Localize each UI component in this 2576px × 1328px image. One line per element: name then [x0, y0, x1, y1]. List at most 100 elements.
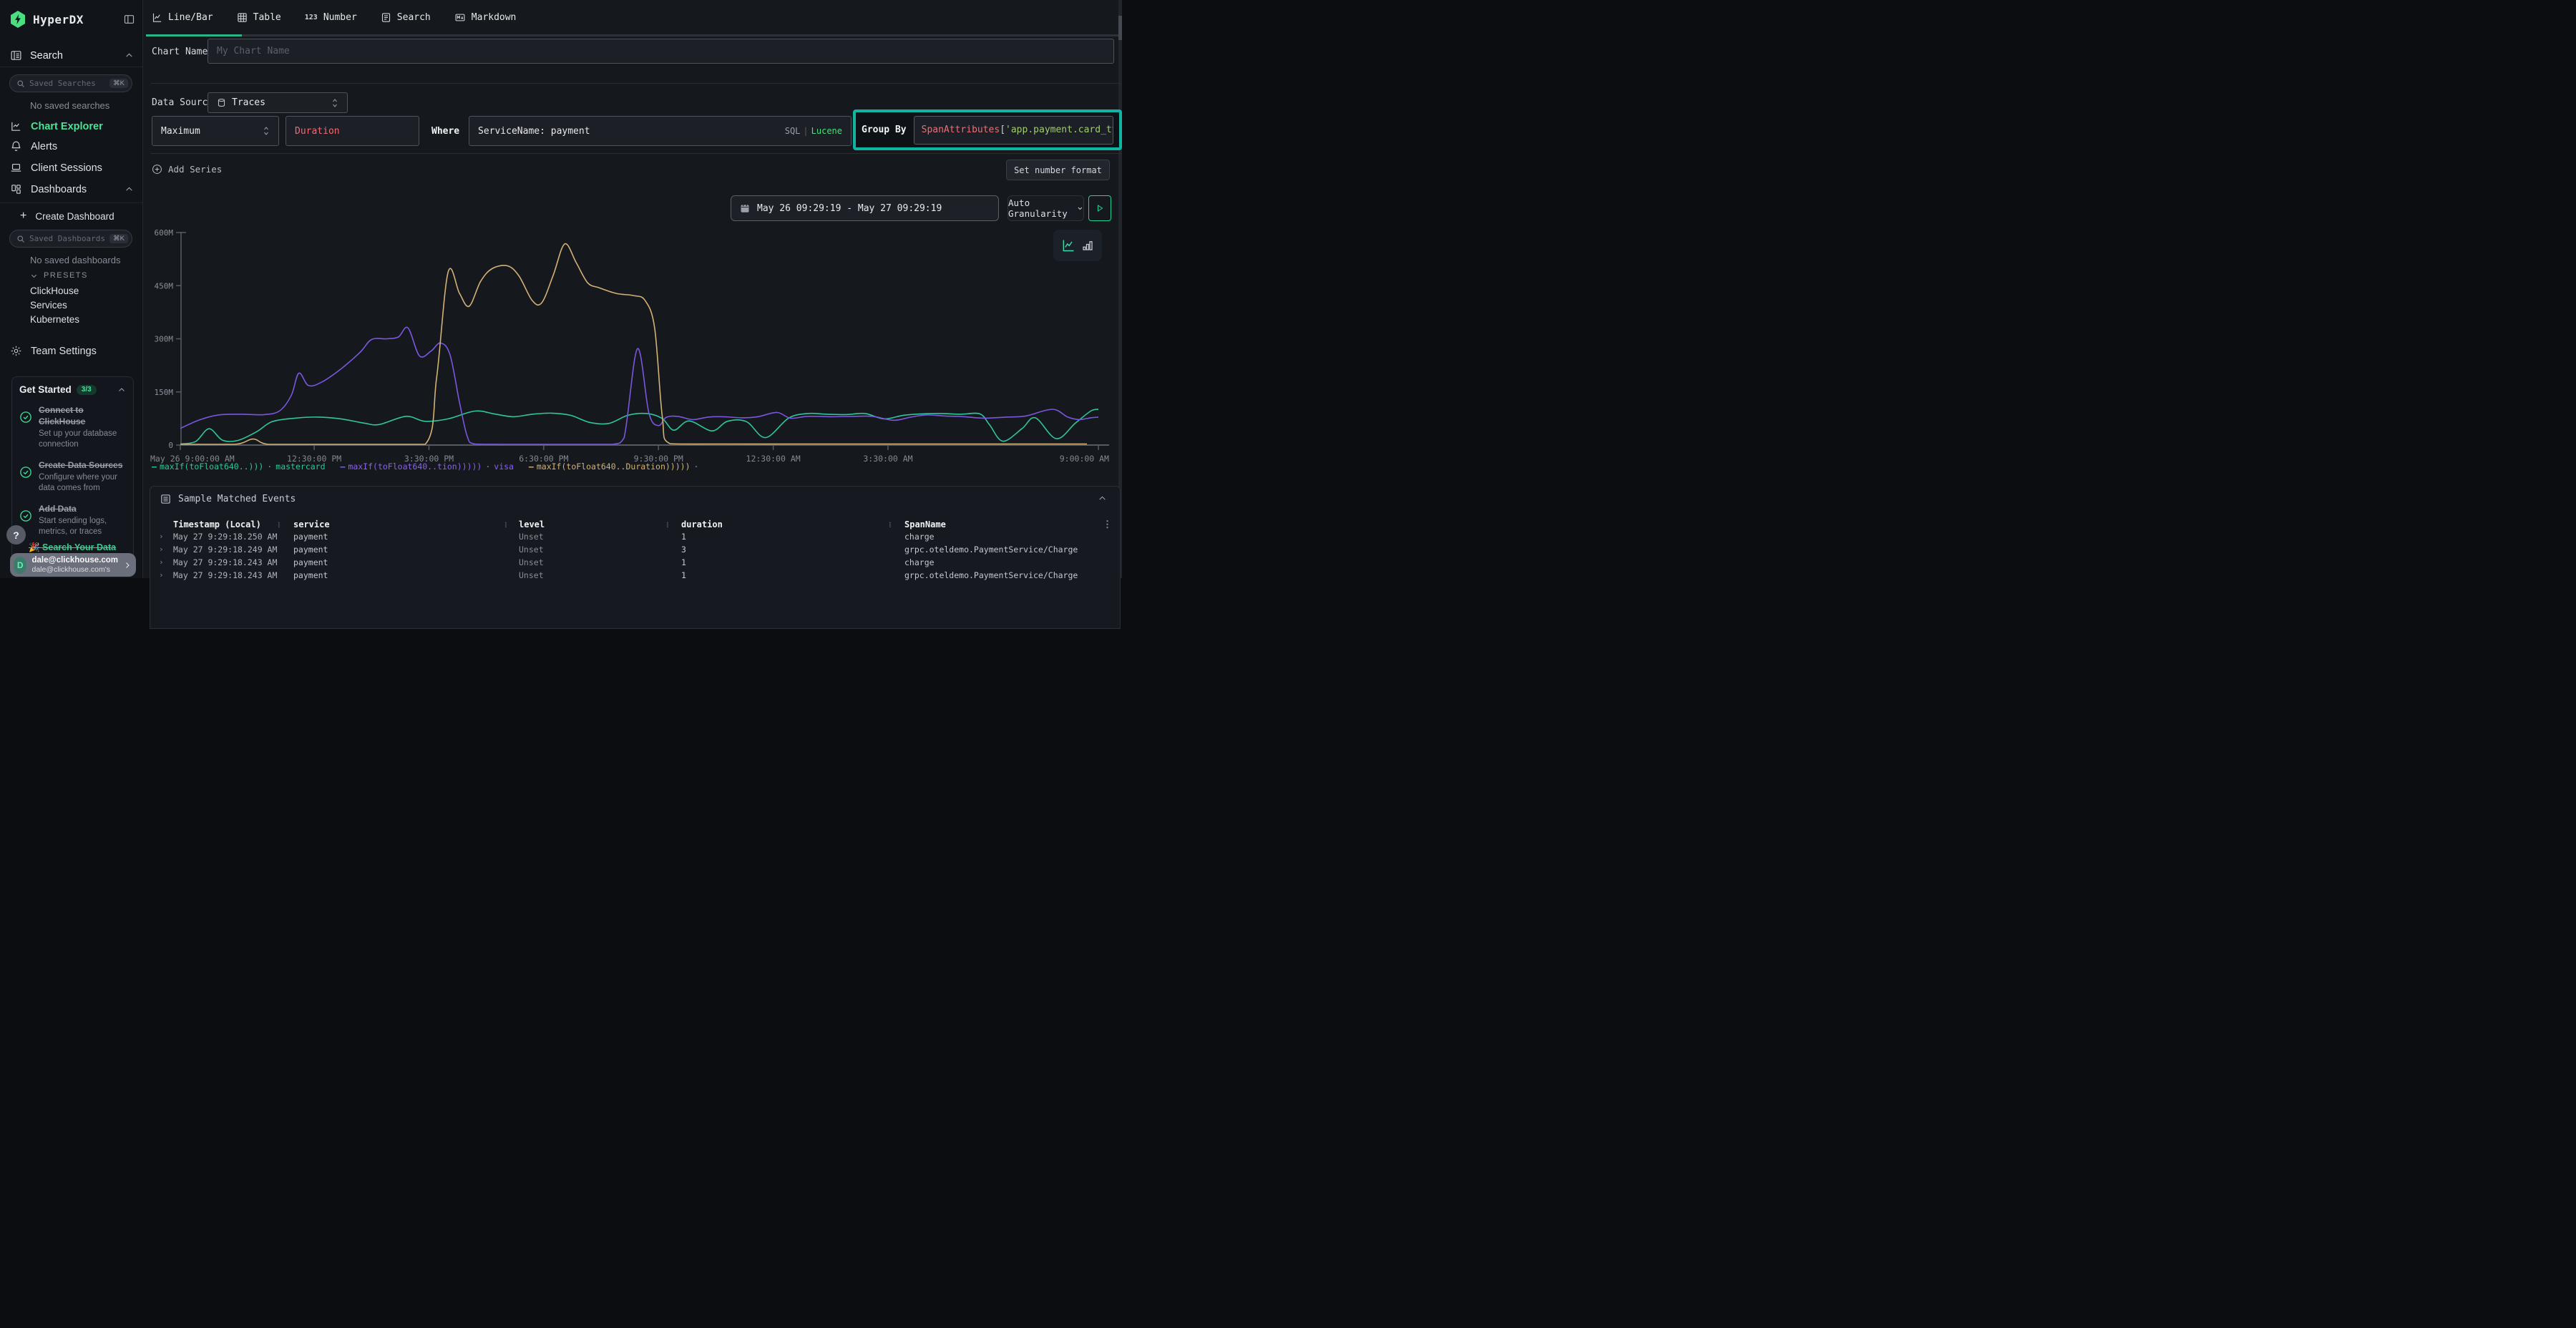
chevron-right-icon	[123, 561, 132, 570]
table-row[interactable]: › May 27 9:29:18.250 AMpaymentUnset1char…	[150, 532, 1120, 544]
collapse-panel-icon[interactable]	[1098, 494, 1107, 503]
data-source-label: Data Source	[152, 97, 213, 108]
chart-legend: —maxIf(toFloat640..)))·mastercard —maxIf…	[152, 462, 702, 472]
timeseries-chart[interactable]: 0150M300M450M600MMay 26 9:00:00 AM12:30:…	[150, 228, 1116, 467]
scrollbar-thumb[interactable]	[1118, 16, 1122, 40]
column-header[interactable]: service	[293, 519, 330, 529]
check-circle-icon	[19, 466, 32, 494]
legend-item[interactable]: —maxIf(toFloat640..tion)))))·visa	[340, 462, 514, 472]
expand-row-icon[interactable]: ›	[159, 545, 164, 554]
group-by-field[interactable]: SpanAttributes['app.payment.card_type']	[914, 116, 1113, 145]
group-by-highlighted-section: Group By SpanAttributes['app.payment.car…	[853, 109, 1122, 150]
tabs-divider	[146, 34, 1119, 36]
no-saved-dashboards-note: No saved dashboards	[30, 255, 120, 265]
field-select[interactable]: Duration	[286, 116, 419, 146]
get-started-hidden-item[interactable]: 🎉 Search Your Data	[29, 542, 116, 553]
shortcut-badge: ⌘K	[109, 79, 128, 88]
user-menu[interactable]: D dale@clickhouse.com dale@clickhouse.co…	[10, 553, 136, 577]
svg-text:450M: 450M	[155, 281, 174, 290]
svg-text:9:00:00 AM: 9:00:00 AM	[1060, 454, 1109, 464]
svg-text:600M: 600M	[155, 228, 174, 238]
chevron-up-icon[interactable]	[125, 185, 134, 194]
sample-matched-events-panel: Sample Matched Events Timestamp (Local) …	[150, 486, 1121, 629]
sidebar-collapse-icon[interactable]	[123, 14, 135, 25]
svg-text:12:30:00 AM: 12:30:00 AM	[746, 454, 801, 464]
table-row[interactable]: › May 27 9:29:18.243 AMpaymentUnset1char…	[150, 557, 1120, 570]
search-section-label: Search	[30, 50, 63, 62]
help-button[interactable]: ?	[6, 525, 26, 545]
calendar-icon	[740, 203, 750, 213]
expand-row-icon[interactable]: ›	[159, 532, 164, 541]
expand-row-icon[interactable]: ›	[159, 557, 164, 567]
aggregation-select[interactable]: Maximum	[152, 116, 279, 146]
column-header[interactable]: Timestamp (Local)	[173, 519, 261, 529]
chevron-up-icon[interactable]	[117, 386, 126, 394]
legend-item[interactable]: —maxIf(toFloat640..)))·mastercard	[152, 462, 326, 472]
create-dashboard-button[interactable]: + Create Dashboard	[20, 210, 134, 222]
expand-row-icon[interactable]: ›	[159, 570, 164, 580]
saved-searches-input[interactable]	[29, 79, 105, 88]
tab-table[interactable]: Table	[237, 12, 281, 23]
tab-markdown[interactable]: Markdown	[454, 12, 517, 23]
column-resize-handle[interactable]: ⁞	[504, 520, 507, 529]
chevron-up-icon[interactable]	[125, 51, 134, 60]
saved-dashboards-search[interactable]: ⌘K	[9, 230, 132, 248]
get-started-item[interactable]: Connect to ClickHouseSet up your databas…	[19, 404, 126, 450]
line-chart-icon	[152, 12, 162, 23]
svg-text:150M: 150M	[155, 388, 174, 397]
column-resize-handle[interactable]: ⁞	[278, 520, 280, 529]
plus-circle-icon	[152, 164, 162, 175]
legend-item[interactable]: —maxIf(toFloat640..Duration)))))·	[529, 462, 703, 472]
tab-number[interactable]: 123 Number	[305, 12, 357, 23]
table-row[interactable]: › May 27 9:29:18.243 AMpaymentUnset1grpc…	[150, 570, 1120, 582]
chart-type-tabs: Line/Bar Table 123 Number Search Markdow…	[152, 0, 516, 35]
add-series-button[interactable]: Add Series	[152, 164, 222, 175]
table-options-kebab-icon[interactable]: ⋮	[1103, 519, 1112, 530]
no-saved-searches-note: No saved searches	[30, 100, 109, 111]
get-started-item[interactable]: Create Data SourcesConfigure where your …	[19, 459, 126, 494]
svg-text:0: 0	[168, 441, 173, 450]
sidebar-item-team-settings[interactable]: Team Settings	[10, 345, 134, 357]
sidebar-item-dashboards[interactable]: Dashboards	[10, 183, 134, 195]
column-resize-handle[interactable]: ⁞	[889, 520, 892, 529]
sidebar-item-chart-explorer[interactable]: Chart Explorer	[10, 120, 134, 132]
search-section-icon	[10, 49, 22, 62]
table-row[interactable]: › May 27 9:29:18.249 AMpaymentUnset3grpc…	[150, 545, 1120, 557]
logo-row: HyperDX	[9, 10, 135, 29]
active-tab-underline	[146, 34, 242, 36]
preset-clickhouse[interactable]: ClickHouse	[30, 285, 79, 296]
preset-kubernetes[interactable]: Kubernetes	[30, 314, 79, 325]
get-started-item[interactable]: Add DataStart sending logs, metrics, or …	[19, 503, 126, 537]
chart-name-field[interactable]	[208, 39, 1114, 64]
run-query-button[interactable]	[1088, 195, 1111, 221]
query-language-toggle[interactable]: SQL|Lucene	[785, 126, 842, 136]
plus-icon: +	[20, 210, 26, 222]
select-chevrons-icon	[263, 126, 270, 136]
data-source-select[interactable]: Traces	[208, 92, 348, 113]
column-header[interactable]: SpanName	[904, 519, 946, 529]
column-header[interactable]: duration	[681, 519, 723, 529]
events-table-header: Timestamp (Local) ⁞ service ⁞ level ⁞ du…	[150, 519, 1120, 532]
where-filter-field[interactable]: ServiceName: payment SQL|Lucene	[469, 116, 852, 146]
play-icon	[1096, 204, 1104, 213]
tab-line-bar[interactable]: Line/Bar	[152, 12, 213, 23]
sidebar: HyperDX Search ⌘K No saved searches Char…	[0, 0, 143, 578]
sidebar-section-search[interactable]: Search	[10, 49, 134, 62]
date-range-picker[interactable]: May 26 09:29:19 - May 27 09:29:19	[731, 195, 999, 221]
chart-line-icon	[10, 120, 22, 132]
tab-search[interactable]: Search	[381, 12, 431, 23]
chart-name-input[interactable]	[217, 46, 1105, 57]
saved-dashboards-input[interactable]	[29, 234, 105, 243]
saved-searches-search[interactable]: ⌘K	[9, 74, 132, 92]
preset-services[interactable]: Services	[30, 300, 67, 311]
granularity-select[interactable]: Auto Granularity	[1008, 195, 1084, 221]
sidebar-item-alerts[interactable]: Alerts	[10, 140, 134, 152]
column-resize-handle[interactable]: ⁞	[666, 520, 669, 529]
sidebar-item-client-sessions[interactable]: Client Sessions	[10, 162, 134, 174]
list-search-icon	[381, 12, 391, 23]
dashboards-icon	[10, 183, 22, 195]
presets-header[interactable]: PRESETS	[30, 271, 88, 280]
column-header[interactable]: level	[519, 519, 545, 529]
set-number-format-button[interactable]: Set number format	[1006, 160, 1110, 180]
events-panel-header[interactable]: Sample Matched Events	[160, 494, 296, 504]
